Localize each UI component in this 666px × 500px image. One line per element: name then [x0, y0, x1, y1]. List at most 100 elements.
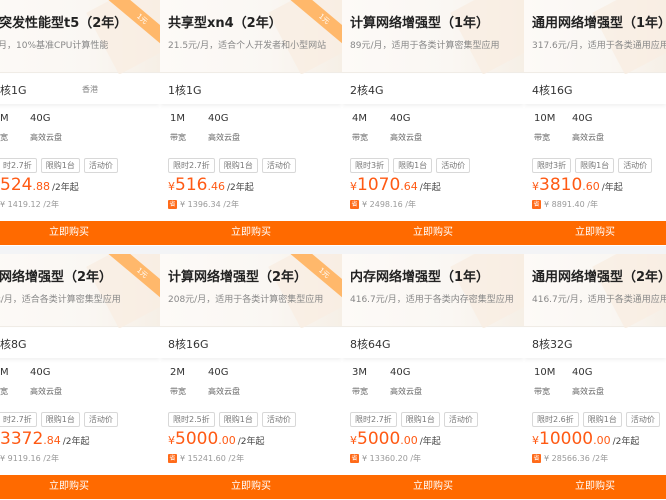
config-label: 8核32G: [532, 338, 573, 351]
tag-list: 时2.7折 限购1台 活动价: [0, 158, 118, 173]
bandwidth-label: 带宽: [534, 133, 550, 142]
card-header: 1元 共享型xn4（2年） 21.5元/月，适合个人开发者和小型网站: [160, 0, 342, 75]
disk-value: 40G: [30, 113, 51, 124]
original-price-text: ¥ 2498.16 /年: [362, 200, 416, 209]
bandwidth-value: 1M: [170, 113, 185, 124]
limit-tag: 限购1台: [582, 412, 622, 427]
card-header: 通用网络增强型（1年） 317.6元/月，适用于各类通用应用: [524, 0, 666, 75]
original-price: ¥ 9119.16 /2年: [0, 454, 60, 463]
original-price-text: ¥ 1396.34 /2年: [180, 200, 240, 209]
discount-tag: 限时3折: [350, 158, 390, 173]
price-decimal: .46: [207, 180, 225, 193]
buy-button[interactable]: 立即购买: [160, 475, 342, 499]
price-unit: /2年起: [51, 183, 79, 193]
config-label: 核8G: [0, 338, 27, 351]
bandwidth-value: 10M: [534, 113, 556, 124]
product-title: 通用网络增强型（2年）: [532, 270, 666, 285]
config-row[interactable]: 8核16G: [160, 328, 342, 358]
config-row[interactable]: 8核64G: [342, 328, 524, 358]
product-title: 计算网络增强型（2年）: [168, 270, 308, 285]
price-unit: /年起: [419, 183, 441, 193]
card-header: 计算网络增强型（1年） 89元/月，适用于各类计算密集型应用: [342, 0, 524, 75]
price: ¥516.46/2年起: [168, 175, 254, 195]
promo-tag: 活动价: [261, 158, 296, 173]
price: ¥5000.00/年起: [350, 429, 441, 449]
bandwidth-value: 2M: [170, 367, 185, 378]
bandwidth-label: 宽: [0, 387, 8, 396]
tag-list: 限时2.5折 限购1台 活动价: [168, 412, 296, 427]
discount-tag: 限时2.6折: [532, 412, 579, 427]
limit-tag: 限购1台: [218, 158, 258, 173]
original-price-text: ¥ 28566.36 /2年: [544, 454, 609, 463]
save-badge-icon: 省: [532, 454, 541, 463]
price-currency: ¥: [168, 434, 175, 447]
original-price: 省 ¥ 2498.16 /年: [350, 199, 416, 210]
disk-label: 高效云盘: [572, 133, 604, 142]
price-unit: /2年起: [612, 437, 640, 447]
product-title: 共享型xn4（2年）: [168, 16, 282, 31]
price: ¥1070.64/年起: [350, 175, 441, 195]
buy-button[interactable]: 立即购买: [0, 475, 160, 499]
product-card: 1元 计算网络增强型（2年） 208元/月，适用于各类计算密集型应用 8核16G…: [160, 254, 342, 500]
buy-button[interactable]: 立即购买: [524, 221, 666, 245]
buy-button[interactable]: 立即购买: [524, 475, 666, 499]
price: 524.88/2年起: [0, 175, 79, 195]
product-card: 1元 共享型xn4（2年） 21.5元/月，适合个人开发者和小型网站 1核1G …: [160, 0, 342, 246]
price-currency: ¥: [350, 180, 357, 193]
config-label: 1核1G: [168, 84, 202, 97]
promo-tag: 活动价: [618, 158, 653, 173]
bandwidth-label: 带宽: [170, 133, 186, 142]
promo-tag: 活动价: [443, 412, 478, 427]
product-card: 计算网络增强型（1年） 89元/月，适用于各类计算密集型应用 2核4G 4M 4…: [342, 0, 524, 246]
config-label: 8核16G: [168, 338, 209, 351]
original-price: 省 ¥ 15241.60 /2年: [168, 453, 244, 464]
price-integer: 3372: [0, 429, 44, 449]
config-row[interactable]: 1核1G: [160, 74, 342, 104]
buy-button[interactable]: 立即购买: [160, 221, 342, 245]
buy-button[interactable]: 立即购买: [342, 221, 524, 245]
tag-list: 时2.7折 限购1台 活动价: [0, 412, 118, 427]
product-subtitle: 416.7元/月，适用于各类内存密集型应用: [350, 295, 514, 305]
price-integer: 516: [175, 175, 208, 195]
buy-button[interactable]: 立即购买: [0, 221, 160, 245]
save-badge-icon: 省: [168, 454, 177, 463]
disk-value: 40G: [390, 367, 411, 378]
price-integer: 1070: [357, 175, 401, 195]
bandwidth-value: 10M: [534, 367, 556, 378]
price-currency: ¥: [532, 180, 539, 193]
disk-value: 40G: [208, 113, 229, 124]
limit-tag: 限购1台: [218, 412, 258, 427]
price-currency: ¥: [168, 180, 175, 193]
product-title: 算网络增强型（2年）: [0, 270, 113, 285]
config-row[interactable]: 核8G: [0, 328, 160, 358]
limit-tag: 限购1台: [40, 412, 80, 427]
product-card: 1元 算网络增强型（2年） 5元/月，适合各类计算密集型应用 核8G M 40G…: [0, 254, 160, 500]
original-price-text: ¥ 13360.20 /年: [362, 454, 422, 463]
original-price: 省 ¥ 13360.20 /年: [350, 453, 421, 464]
tag-list: 限时3折 限购1台 活动价: [350, 158, 471, 173]
price-integer: 3810: [539, 175, 583, 195]
config-row[interactable]: 核1G 香港: [0, 74, 160, 104]
discount-tag: 时2.7折: [0, 158, 37, 173]
config-row[interactable]: 4核16G: [524, 74, 666, 104]
product-card: 1元 港突发性能型t5（2年） 元/月，10%基准CPU计算性能 核1G 香港 …: [0, 0, 160, 246]
product-subtitle: 元/月，10%基准CPU计算性能: [0, 41, 109, 51]
disk-value: 40G: [30, 367, 51, 378]
limit-tag: 限购1台: [575, 158, 615, 173]
save-badge-icon: 省: [532, 200, 541, 209]
price-unit: /年起: [601, 183, 623, 193]
bandwidth-label: 带宽: [170, 387, 186, 396]
price: ¥10000.00/2年起: [532, 429, 639, 449]
buy-button[interactable]: 立即购买: [342, 475, 524, 499]
config-row[interactable]: 2核4G: [342, 74, 524, 104]
promo-tag: 活动价: [83, 412, 118, 427]
limit-tag: 限购1台: [40, 158, 80, 173]
price-decimal: .64: [400, 180, 418, 193]
price-currency: ¥: [532, 434, 539, 447]
config-row[interactable]: 8核32G: [524, 328, 666, 358]
disk-label: 高效云盘: [390, 387, 422, 396]
price-decimal: .00: [218, 434, 236, 447]
price-decimal: .88: [32, 180, 50, 193]
discount-tag: 时2.7折: [0, 412, 37, 427]
bandwidth-value: 4M: [352, 113, 367, 124]
